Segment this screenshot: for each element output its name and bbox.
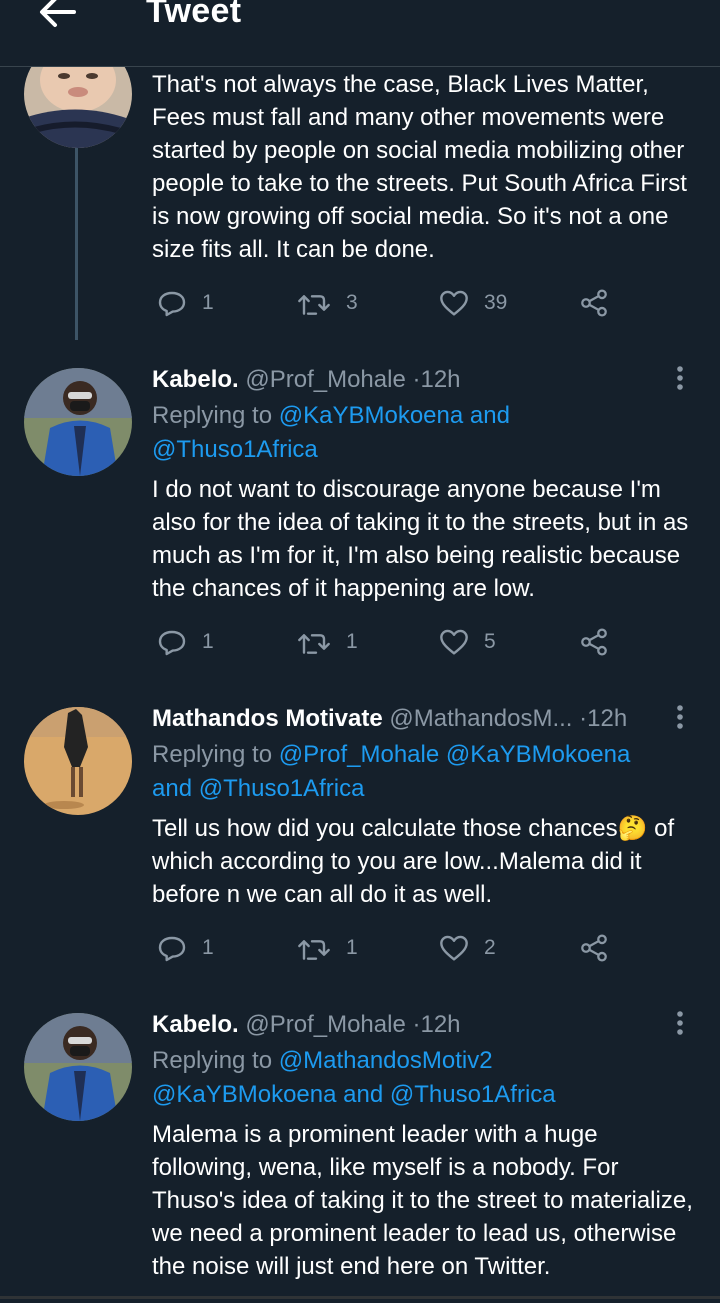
author-name[interactable]: Kabelo. xyxy=(152,366,239,393)
tweet-header: Kabelo. @Prof_Mohale ·12h xyxy=(152,363,662,397)
more-button[interactable] xyxy=(664,363,696,397)
retweet-button[interactable]: 3 xyxy=(296,283,358,323)
avatar[interactable] xyxy=(24,1013,132,1121)
retweet-button[interactable]: 1 xyxy=(296,928,358,968)
share-button[interactable] xyxy=(578,283,610,323)
share-icon xyxy=(581,628,607,656)
tweet-time: 12h xyxy=(420,366,461,393)
share-button[interactable] xyxy=(578,622,610,662)
heart-icon xyxy=(440,290,468,316)
mention-link[interactable]: @Prof_Mohale xyxy=(279,741,439,768)
tweet-text: Malema is a prominent leader with a huge… xyxy=(152,1121,693,1280)
heart-icon xyxy=(440,629,468,655)
replying-to: Replying to @KaYBMokoena and @Thuso1Afri… xyxy=(152,399,697,467)
heart-icon xyxy=(440,935,468,961)
mention-link[interactable]: @KaYBMokoena xyxy=(279,402,463,429)
share-button[interactable] xyxy=(578,928,610,968)
retweet-icon xyxy=(298,634,330,654)
tweet-2[interactable]: Mathandos Motivate @MathandosM... ·12h R… xyxy=(0,702,720,1002)
arrow-left-icon xyxy=(40,0,76,27)
top-bar: Tweet xyxy=(0,0,720,67)
mention-joiner: and xyxy=(343,1081,384,1108)
thread-line xyxy=(75,140,78,340)
reply-count: 1 xyxy=(202,630,214,653)
like-count: 5 xyxy=(484,630,496,653)
reply-icon xyxy=(158,630,186,656)
reply-button[interactable]: 1 xyxy=(156,928,214,968)
tweet-header: Mathandos Motivate @MathandosM... ·12h xyxy=(152,702,662,736)
reply-count: 1 xyxy=(202,936,214,959)
tweet-time: 12h xyxy=(587,705,628,732)
author-handle[interactable]: @MathandosM... xyxy=(389,705,572,732)
retweet-button[interactable]: 1 xyxy=(296,622,358,662)
reply-button[interactable]: 1 xyxy=(156,283,214,323)
more-button[interactable] xyxy=(664,702,696,736)
avatar[interactable] xyxy=(24,707,132,815)
replying-to: Replying to @MathandosMotiv2 @KaYBMokoen… xyxy=(152,1044,697,1112)
tweet-text: I do not want to discourage anyone becau… xyxy=(152,476,689,602)
mention-link[interactable]: @MathandosMotiv2 xyxy=(279,1047,493,1074)
more-vertical-icon xyxy=(677,366,683,390)
like-button[interactable]: 5 xyxy=(438,622,496,662)
more-vertical-icon xyxy=(677,1011,683,1035)
author-name[interactable]: Mathandos Motivate xyxy=(152,705,383,732)
tweet-1[interactable]: Kabelo. @Prof_Mohale ·12h Replying to @K… xyxy=(0,363,720,693)
like-count: 39 xyxy=(484,291,508,314)
mention-link[interactable]: @Thuso1Africa xyxy=(199,775,365,802)
author-handle[interactable]: @Prof_Mohale xyxy=(245,1011,405,1038)
replying-prefix: Replying to xyxy=(152,1047,273,1074)
more-vertical-icon xyxy=(677,705,683,729)
retweet-count: 1 xyxy=(346,630,358,653)
mention-link[interactable]: @Thuso1Africa xyxy=(390,1081,556,1108)
retweet-count: 1 xyxy=(346,936,358,959)
reply-count: 1 xyxy=(202,291,214,314)
like-button[interactable]: 39 xyxy=(438,283,507,323)
share-icon xyxy=(581,289,607,317)
tweet-text: Tell us how did you calculate those chan… xyxy=(152,815,675,908)
like-button[interactable]: 2 xyxy=(438,928,496,968)
share-icon xyxy=(581,934,607,962)
tweet-actions: 1 1 5 xyxy=(152,622,622,662)
mention-joiner: and xyxy=(469,402,510,429)
tweet-3[interactable]: Kabelo. @Prof_Mohale ·12h Replying to @M… xyxy=(0,1008,720,1296)
tweet-header: Kabelo. @Prof_Mohale ·12h xyxy=(152,1008,662,1042)
like-count: 2 xyxy=(484,936,496,959)
author-name[interactable]: Kabelo. xyxy=(152,1011,239,1038)
tweet-actions: 1 3 39 xyxy=(152,283,622,323)
tweet-actions: 1 1 2 xyxy=(152,928,622,968)
mention-link[interactable]: @KaYBMokoena xyxy=(152,1081,336,1108)
replying-to: Replying to @Prof_Mohale @KaYBMokoena an… xyxy=(152,738,697,806)
retweet-icon xyxy=(298,295,330,315)
bottom-divider xyxy=(0,1296,720,1299)
back-button[interactable] xyxy=(34,0,82,36)
separator-dot: · xyxy=(579,705,588,732)
mention-link[interactable]: @KaYBMokoena xyxy=(446,741,630,768)
page-title: Tweet xyxy=(146,0,242,30)
tweet-text: That's not always the case, Black Lives … xyxy=(152,71,687,263)
author-handle[interactable]: @Prof_Mohale xyxy=(245,366,405,393)
reply-button[interactable]: 1 xyxy=(156,622,214,662)
more-button[interactable] xyxy=(664,1008,696,1042)
retweet-count: 3 xyxy=(346,291,358,314)
mention-joiner: and xyxy=(152,775,193,802)
reply-icon xyxy=(158,291,186,317)
mention-link[interactable]: @Thuso1Africa xyxy=(152,436,318,463)
retweet-icon xyxy=(298,940,330,960)
avatar[interactable] xyxy=(24,368,132,476)
replying-prefix: Replying to xyxy=(152,402,273,429)
replying-prefix: Replying to xyxy=(152,741,273,768)
reply-icon xyxy=(158,936,186,962)
tweet-time: 12h xyxy=(420,1011,461,1038)
